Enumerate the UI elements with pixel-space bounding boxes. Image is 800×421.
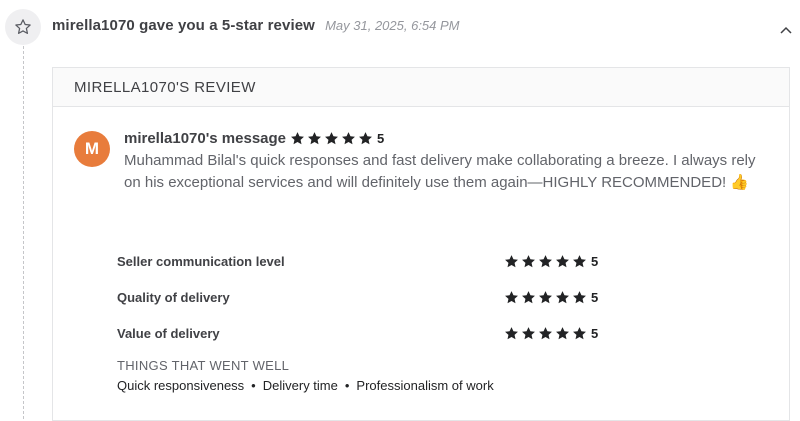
rating-value: 5 [591, 325, 599, 341]
star-filled-icon [556, 290, 569, 303]
rating-breakdown: Seller communication level 5 Quality of … [117, 243, 677, 351]
rating-row: Value of delivery 5 [117, 315, 677, 351]
star-filled-icon [573, 326, 586, 339]
star-filled-icon [505, 290, 518, 303]
event-header: mirella1070 gave you a 5-star review May… [52, 17, 460, 34]
rating-star-group [504, 326, 589, 341]
rating-star-group [504, 254, 589, 269]
rating-label: Value of delivery [117, 325, 220, 341]
star-filled-icon [522, 326, 535, 339]
star-filled-icon [556, 254, 569, 267]
rating-label: Quality of delivery [117, 289, 230, 305]
rating-row: Quality of delivery 5 [117, 279, 677, 315]
review-message-block: mirella1070's message 5 Muhammad Bilal's… [124, 129, 764, 194]
review-message-title: mirella1070's message 5 [124, 129, 764, 147]
star-filled-icon [522, 290, 535, 303]
rating-stars: 5 [504, 279, 598, 315]
star-filled-icon [342, 131, 355, 144]
avatar[interactable]: M [74, 131, 110, 167]
star-icon [5, 9, 41, 45]
bullet-separator: • [251, 378, 256, 393]
went-well-item: Quick responsiveness [117, 378, 245, 393]
reviewer-message-label: mirella1070's message [124, 129, 287, 147]
star-filled-icon [539, 326, 552, 339]
rating-stars: 5 [504, 243, 598, 279]
review-card-header: MIRELLA1070'S REVIEW [53, 68, 789, 107]
star-filled-icon [573, 290, 586, 303]
event-text: mirella1070 gave you a 5-star review [52, 17, 315, 34]
star-filled-icon [505, 254, 518, 267]
star-filled-icon [325, 131, 338, 144]
rating-value: 5 [591, 289, 599, 305]
star-filled-icon [556, 326, 569, 339]
rating-row: Seller communication level 5 [117, 243, 677, 279]
went-well-title: THINGS THAT WENT WELL [117, 358, 290, 373]
overall-rating-value: 5 [377, 130, 385, 146]
rating-star-group [504, 290, 589, 305]
rating-stars: 5 [504, 315, 598, 351]
went-well-item: Delivery time [262, 378, 338, 393]
bullet-separator: • [344, 378, 350, 393]
review-message-text: Muhammad Bilal's quick responses and fas… [124, 152, 756, 191]
star-filled-icon [359, 131, 372, 144]
review-card: MIRELLA1070'S REVIEW M mirella1070's mes… [52, 67, 790, 421]
went-well-list: Quick responsiveness • Delivery time • P… [117, 378, 494, 393]
chevron-up-icon [780, 26, 792, 34]
star-filled-icon [539, 254, 552, 267]
star-filled-icon [505, 326, 518, 339]
event-timestamp: May 31, 2025, 6:54 PM [325, 18, 460, 33]
star-filled-icon [291, 131, 304, 144]
rating-value: 5 [591, 253, 599, 269]
collapse-button[interactable] [778, 22, 794, 38]
star-filled-icon [573, 254, 586, 267]
star-filled-icon [522, 254, 535, 267]
star-filled-icon [539, 290, 552, 303]
star-filled-icon [308, 131, 321, 144]
went-well-item: Professionalism of work [356, 378, 494, 393]
timeline-line [23, 46, 24, 419]
rating-label: Seller communication level [117, 253, 285, 269]
overall-rating-stars [290, 131, 375, 146]
